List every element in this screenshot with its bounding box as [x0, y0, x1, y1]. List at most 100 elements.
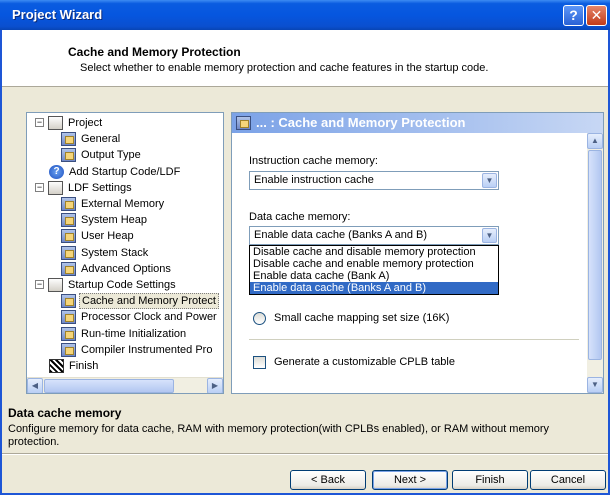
- help-button[interactable]: ?: [563, 5, 584, 26]
- next-button[interactable]: Next >: [372, 470, 448, 490]
- tree-item-label: User Heap: [81, 230, 134, 243]
- small-cache-radio[interactable]: [253, 312, 266, 325]
- tree-item-label: General: [81, 133, 121, 146]
- folder-icon: [48, 116, 63, 130]
- page-settings-icon: [61, 132, 76, 147]
- tree-item[interactable]: General: [35, 131, 223, 147]
- tree-item[interactable]: External Memory: [35, 196, 223, 212]
- page-settings-icon: [61, 197, 76, 211]
- page-subtitle: Select whether to enable memory protecti…: [80, 62, 489, 74]
- cancel-button[interactable]: Cancel: [530, 470, 606, 490]
- dropdown-option[interactable]: Disable cache and enable memory protecti…: [250, 258, 498, 270]
- close-icon: ✕: [590, 7, 603, 23]
- page-settings-icon: [61, 342, 76, 357]
- chevron-right-icon: ▶: [211, 381, 219, 390]
- chevron-down-icon: ▼: [591, 380, 599, 389]
- folder-icon: [48, 180, 63, 195]
- tree-item[interactable]: Finish: [35, 358, 223, 374]
- cplb-label: Generate a customizable CPLB table: [274, 356, 455, 368]
- tree-item-label: Compiler Instrumented Pro: [81, 343, 213, 356]
- folder-icon: [48, 278, 63, 292]
- collapse-icon[interactable]: −: [35, 118, 44, 127]
- settings-panel-header: ... : Cache and Memory Protection: [232, 113, 603, 133]
- tree-item-label: Finish: [69, 360, 99, 372]
- chevron-down-icon[interactable]: ▼: [482, 173, 497, 188]
- tree-item-label: Startup Code Settings: [68, 279, 176, 291]
- data-cache-label: Data cache memory:: [249, 211, 351, 223]
- dropdown-option[interactable]: Enable data cache (Banks A and B): [250, 282, 498, 294]
- dropdown-option[interactable]: Disable cache and disable memory protect…: [250, 246, 498, 258]
- tree-item[interactable]: System Heap: [35, 212, 223, 228]
- tree-item-label: Processor Clock and Power: [81, 311, 217, 324]
- page-settings-icon: [61, 294, 76, 309]
- collapse-icon[interactable]: −: [35, 280, 44, 289]
- finish-button[interactable]: Finish: [452, 470, 528, 490]
- chevron-left-icon: ◀: [31, 381, 39, 390]
- tree-item-label: System Stack: [81, 246, 149, 259]
- tree-item[interactable]: Cache and Memory Protect: [35, 293, 223, 310]
- data-cache-value: Enable data cache (Banks A and B): [254, 229, 428, 241]
- page-title: Cache and Memory Protection: [68, 45, 241, 59]
- tree-item[interactable]: Compiler Instrumented Pro: [35, 342, 223, 358]
- tree-item[interactable]: − Project: [35, 115, 223, 131]
- settings-panel: ... : Cache and Memory Protection Instru…: [231, 112, 604, 394]
- scroll-left-button[interactable]: ◀: [27, 378, 43, 393]
- tree-item[interactable]: Processor Clock and Power: [35, 309, 223, 325]
- tree-item[interactable]: ? Add Startup Code/LDF: [35, 164, 223, 180]
- cplb-checkbox[interactable]: [253, 356, 266, 369]
- tree-item-label: Add Startup Code/LDF: [69, 165, 181, 178]
- tree-item-label: System Heap: [81, 214, 148, 227]
- tree-item-label: External Memory: [81, 198, 165, 210]
- tree-item[interactable]: − LDF Settings: [35, 180, 223, 196]
- small-cache-label: Small cache mapping set size (16K): [274, 312, 450, 324]
- page-settings-icon: [61, 245, 76, 260]
- vertical-scroll-thumb[interactable]: [588, 150, 602, 360]
- tree-item[interactable]: Advanced Options: [35, 261, 223, 277]
- title-bar[interactable]: Project Wizard ? ✕: [0, 0, 610, 30]
- collapse-icon[interactable]: −: [35, 182, 44, 192]
- navigation-tree-panel: − Project General Output Type? Add Startup C…: [26, 112, 224, 394]
- description-title: Data cache memory: [8, 406, 122, 420]
- tree-item-label: Output Type: [81, 149, 141, 162]
- page-settings-icon: [61, 310, 76, 325]
- page-settings-icon: [61, 261, 76, 276]
- dropdown-option[interactable]: Enable data cache (Bank A): [250, 270, 498, 282]
- page-settings-icon: [236, 116, 251, 130]
- description-area: Data cache memory Configure memory for d…: [2, 399, 608, 451]
- help-icon: ?: [49, 164, 64, 179]
- back-button[interactable]: < Back: [290, 470, 366, 490]
- data-cache-dropdown-list: Disable cache and disable memory protect…: [249, 245, 499, 295]
- window-title: Project Wizard: [12, 7, 103, 22]
- instruction-cache-value: Enable instruction cache: [254, 174, 374, 186]
- data-cache-select[interactable]: Enable data cache (Banks A and B) ▼: [249, 226, 499, 245]
- project-wizard-window: Project Wizard ? ✕ Cache and Memory Prot…: [0, 0, 610, 495]
- tree-item[interactable]: User Heap: [35, 228, 223, 244]
- tree-item-label: Project: [68, 117, 103, 129]
- wizard-header: Cache and Memory Protection Select wheth…: [2, 30, 608, 87]
- tree-item[interactable]: − Startup Code Settings: [35, 277, 223, 293]
- instruction-cache-select[interactable]: Enable instruction cache ▼: [249, 171, 499, 190]
- horizontal-scrollbar[interactable]: ◀ ▶: [27, 377, 223, 393]
- tree-item[interactable]: Output Type: [35, 147, 223, 163]
- description-text: Configure memory for data cache, RAM wit…: [8, 423, 550, 448]
- close-button[interactable]: ✕: [586, 5, 607, 26]
- checkered-flag-icon: [49, 359, 64, 373]
- page-settings-icon: [61, 229, 76, 244]
- section-divider: [249, 339, 579, 340]
- navigation-tree: − Project General Output Type? Add Startup C…: [27, 113, 223, 377]
- horizontal-scroll-thumb[interactable]: [44, 379, 174, 393]
- tree-item[interactable]: System Stack: [35, 245, 223, 261]
- tree-item-label: LDF Settings: [68, 181, 132, 194]
- tree-item[interactable]: Run-time Initialization: [35, 326, 223, 342]
- instruction-cache-label: Instruction cache memory:: [249, 155, 378, 167]
- scroll-up-button[interactable]: ▲: [587, 133, 603, 149]
- vertical-scrollbar[interactable]: ▲ ▼: [587, 133, 603, 393]
- page-settings-icon: [61, 213, 76, 228]
- help-icon: ?: [569, 7, 578, 23]
- scroll-right-button[interactable]: ▶: [207, 378, 223, 393]
- chevron-down-icon[interactable]: ▼: [482, 228, 497, 243]
- tree-item-label: Run-time Initialization: [81, 327, 187, 340]
- footer-separator: [2, 453, 608, 455]
- chevron-up-icon: ▲: [591, 136, 599, 145]
- scroll-down-button[interactable]: ▼: [587, 377, 603, 393]
